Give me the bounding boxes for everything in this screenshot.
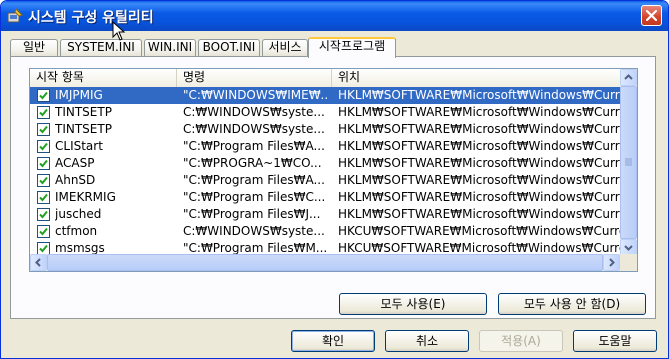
- startup-item-name: IMJPMIG: [55, 88, 103, 102]
- startup-item-checkbox[interactable]: [37, 225, 50, 238]
- vertical-scroll-thumb[interactable]: [620, 86, 637, 239]
- tab-startup[interactable]: 시작프로그램: [308, 37, 396, 58]
- startup-item-location: HKLM₩SOFTWARE₩Microsoft₩Windows₩Curre...: [338, 122, 620, 136]
- startup-list[interactable]: 시작 항목 명령 위치 IMJPMIG "C:₩WINDOWS₩IME₩... HK…: [29, 68, 638, 272]
- startup-item-command: "C:₩Program Files₩C...: [183, 190, 326, 204]
- close-button[interactable]: [641, 5, 662, 26]
- checkmark-icon: [39, 125, 48, 134]
- arrow-up-icon: [624, 74, 633, 80]
- startup-item-name: TINTSETP: [55, 105, 112, 119]
- tab-system-ini[interactable]: SYSTEM.INI: [60, 39, 142, 56]
- startup-item-name: ACASP: [55, 156, 95, 170]
- window-title: 시스템 구성 유틸리티: [28, 10, 154, 26]
- startup-item-name: ctfmon: [55, 224, 98, 238]
- startup-item-name: CLIStart: [55, 139, 103, 153]
- scroll-left-button[interactable]: [30, 254, 47, 271]
- list-row[interactable]: CLIStart "C:₩Program Files₩A... HKLM₩SOFTW…: [30, 138, 620, 155]
- startup-item-location: HKLM₩SOFTWARE₩Microsoft₩Windows₩Curre...: [338, 173, 620, 187]
- list-row[interactable]: jusched "C:₩Program Files₩J... HKLM₩SOFTWA…: [30, 206, 620, 223]
- startup-item-location: HKLM₩SOFTWARE₩Microsoft₩Windows₩Curre...: [338, 88, 620, 102]
- list-header: 시작 항목 명령 위치: [30, 69, 620, 88]
- startup-item-name: TINTSETP: [55, 122, 112, 136]
- horizontal-scrollbar[interactable]: [30, 254, 620, 271]
- startup-item-command: C:₩WINDOWS₩syste...: [183, 105, 325, 119]
- checkmark-icon: [39, 244, 48, 253]
- close-icon: [646, 10, 657, 21]
- startup-item-checkbox[interactable]: [37, 106, 50, 119]
- arrow-down-icon: [624, 245, 633, 251]
- mouse-cursor-icon: [112, 21, 126, 41]
- startup-item-command: "C:₩Program Files₩A...: [183, 173, 325, 187]
- scroll-up-button[interactable]: [620, 69, 637, 86]
- checkmark-icon: [39, 210, 48, 219]
- title-bar[interactable]: 시스템 구성 유틸리티: [1, 1, 668, 31]
- startup-item-location: HKCU₩SOFTWARE₩Microsoft₩Windows₩Curren..…: [338, 224, 620, 238]
- startup-item-location: HKLM₩SOFTWARE₩Microsoft₩Windows₩Curre...: [338, 105, 620, 119]
- scroll-right-button[interactable]: [603, 254, 620, 271]
- startup-item-checkbox[interactable]: [37, 208, 50, 221]
- startup-item-location: HKLM₩SOFTWARE₩Microsoft₩Windows₩Curre...: [338, 156, 620, 170]
- system-config-window: 시스템 구성 유틸리티 일반 SYSTEM.INI WIN.INI BOOT.I…: [0, 0, 669, 359]
- startup-item-command: "C:₩WINDOWS₩IME₩...: [183, 88, 329, 102]
- grip-icon: [625, 158, 632, 166]
- horizontal-scroll-thumb[interactable]: [47, 254, 603, 271]
- startup-item-location: HKLM₩SOFTWARE₩Microsoft₩Windows₩Curre...: [338, 207, 620, 221]
- tab-win-ini[interactable]: WIN.INI: [144, 39, 196, 56]
- startup-item-checkbox[interactable]: [37, 157, 50, 170]
- ok-button[interactable]: 확인: [291, 330, 375, 352]
- checkmark-icon: [39, 176, 48, 185]
- column-header-item[interactable]: 시작 항목: [30, 69, 177, 87]
- startup-item-command: "C:₩PROGRA~1₩CO...: [183, 156, 322, 170]
- system-config-icon: [7, 8, 23, 23]
- apply-button[interactable]: 적용(A): [479, 330, 563, 352]
- startup-item-command: C:₩WINDOWS₩syste...: [183, 224, 325, 238]
- startup-item-command: "C:₩Program Files₩A...: [183, 139, 325, 153]
- tab-general[interactable]: 일반: [10, 39, 58, 56]
- enable-all-button[interactable]: 모두 사용(E): [339, 293, 487, 315]
- checkmark-icon: [39, 91, 48, 100]
- list-row[interactable]: TINTSETP C:₩WINDOWS₩syste... HKLM₩SOFTWARE…: [30, 121, 620, 138]
- tab-services[interactable]: 서비스: [262, 39, 308, 56]
- startup-item-checkbox[interactable]: [37, 140, 50, 153]
- list-row[interactable]: ACASP "C:₩PROGRA~1₩CO... HKLM₩SOFTWARE₩Mic…: [30, 155, 620, 172]
- checkmark-icon: [39, 193, 48, 202]
- list-row[interactable]: ctfmon C:₩WINDOWS₩syste... HKCU₩SOFTWARE₩M…: [30, 223, 620, 240]
- cancel-button[interactable]: 취소: [385, 330, 469, 352]
- startup-item-checkbox[interactable]: [37, 174, 50, 187]
- arrow-left-icon: [35, 258, 41, 267]
- scroll-corner: [620, 254, 637, 271]
- arrow-right-icon: [609, 258, 615, 267]
- startup-item-checkbox[interactable]: [37, 89, 50, 102]
- tab-boot-ini[interactable]: BOOT.INI: [198, 39, 260, 56]
- startup-item-location: HKLM₩SOFTWARE₩Microsoft₩Windows₩Curre...: [338, 139, 620, 153]
- startup-item-checkbox[interactable]: [37, 123, 50, 136]
- disable-all-button[interactable]: 모두 사용 안 함(D): [498, 293, 646, 315]
- startup-item-command: C:₩WINDOWS₩syste...: [183, 122, 325, 136]
- startup-item-location: HKLM₩SOFTWARE₩Microsoft₩Windows₩Curre...: [338, 190, 620, 204]
- list-row[interactable]: TINTSETP C:₩WINDOWS₩syste... HKLM₩SOFTWARE…: [30, 104, 620, 121]
- list-row[interactable]: IMEKRMIG "C:₩Program Files₩C... HKLM₩SOFTW…: [30, 189, 620, 206]
- startup-panel: 시작 항목 명령 위치 IMJPMIG "C:₩WINDOWS₩IME₩... HK…: [10, 56, 656, 319]
- startup-item-checkbox[interactable]: [37, 191, 50, 204]
- checkmark-icon: [39, 159, 48, 168]
- checkmark-icon: [39, 108, 48, 117]
- startup-item-command: "C:₩Program Files₩J...: [183, 207, 321, 221]
- checkmark-icon: [39, 142, 48, 151]
- list-row[interactable]: IMJPMIG "C:₩WINDOWS₩IME₩... HKLM₩SOFTWARE₩…: [30, 87, 620, 104]
- column-header-command[interactable]: 명령: [177, 69, 332, 87]
- column-header-location[interactable]: 위치: [332, 69, 620, 87]
- checkmark-icon: [39, 227, 48, 236]
- list-row[interactable]: AhnSD "C:₩Program Files₩A... HKLM₩SOFTWARE…: [30, 172, 620, 189]
- startup-item-name: AhnSD: [55, 173, 96, 187]
- startup-item-name: jusched: [55, 207, 102, 221]
- help-button[interactable]: 도움말: [573, 330, 657, 352]
- startup-item-name: IMEKRMIG: [55, 190, 116, 204]
- vertical-scrollbar[interactable]: [620, 69, 637, 256]
